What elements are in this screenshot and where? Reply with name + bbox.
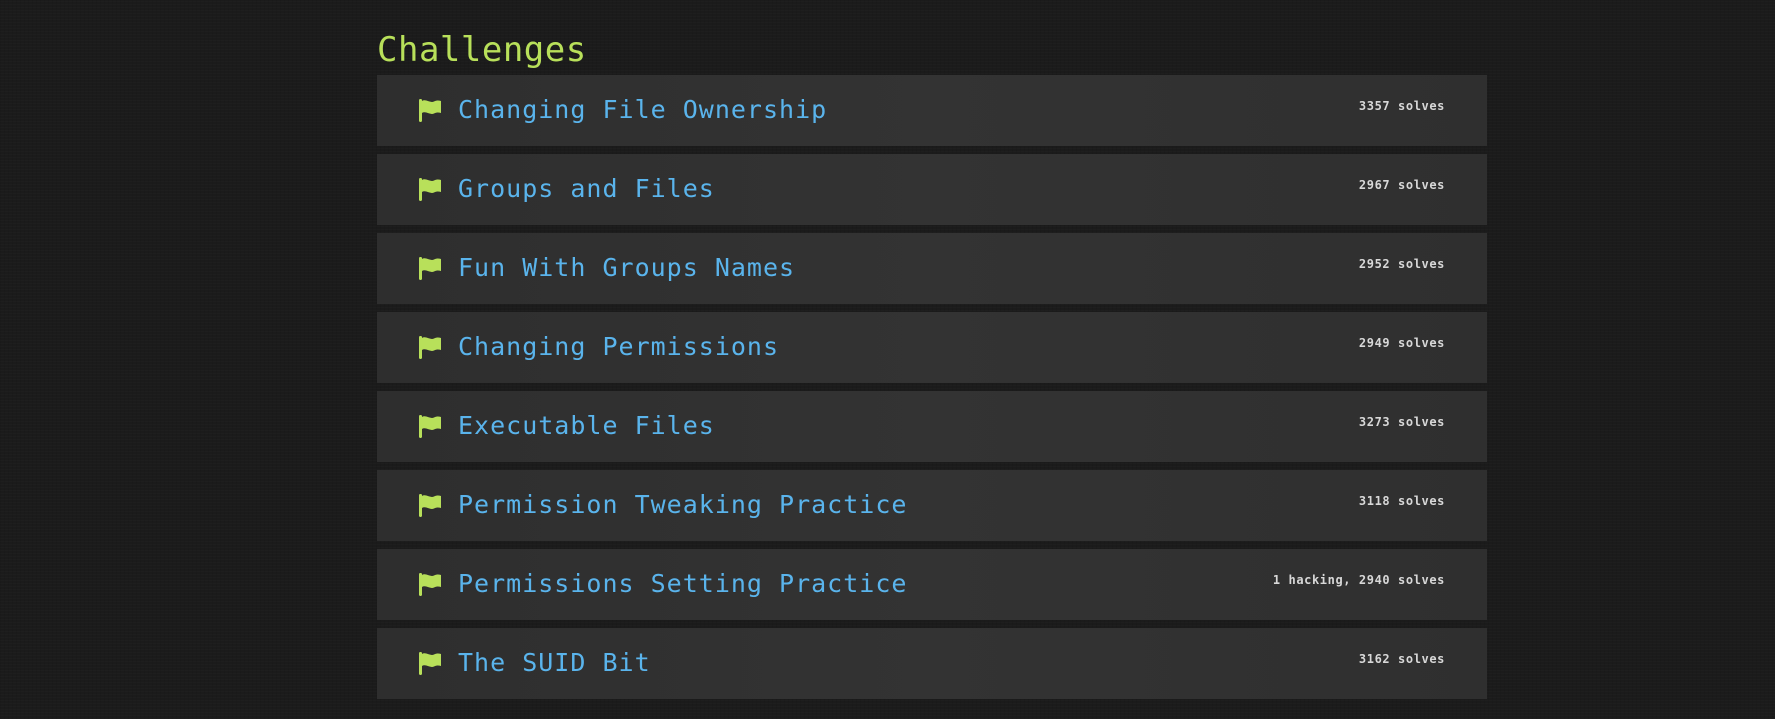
challenge-name[interactable]: Permission Tweaking Practice bbox=[458, 488, 907, 522]
page: Challenges Changing File Ownership 3357 … bbox=[0, 0, 1775, 719]
challenge-name[interactable]: Changing File Ownership bbox=[458, 93, 827, 127]
challenge-item-permission-tweaking-practice[interactable]: Permission Tweaking Practice 3118 solves bbox=[377, 470, 1487, 541]
challenge-item-changing-permissions[interactable]: Changing Permissions 2949 solves bbox=[377, 312, 1487, 383]
challenge-name[interactable]: Changing Permissions bbox=[458, 330, 779, 364]
flag-icon bbox=[419, 573, 441, 596]
challenge-item-fun-with-groups-names[interactable]: Fun With Groups Names 2952 solves bbox=[377, 233, 1487, 304]
flag-icon bbox=[419, 494, 441, 517]
flag-icon bbox=[419, 336, 441, 359]
challenge-item-executable-files[interactable]: Executable Files 3273 solves bbox=[377, 391, 1487, 462]
challenge-item-groups-and-files[interactable]: Groups and Files 2967 solves bbox=[377, 154, 1487, 225]
challenge-item-permissions-setting-practice[interactable]: Permissions Setting Practice 1 hacking, … bbox=[377, 549, 1487, 620]
flag-icon bbox=[419, 652, 441, 675]
page-title: Challenges bbox=[377, 30, 587, 70]
solve-count: 2952 solves bbox=[1358, 257, 1445, 271]
solve-count: 3273 solves bbox=[1358, 415, 1445, 429]
challenge-name[interactable]: The SUID Bit bbox=[458, 646, 651, 680]
challenges-section: Challenges Changing File Ownership 3357 … bbox=[377, 0, 1487, 707]
solve-count: 1 hacking, 2940 solves bbox=[1272, 573, 1445, 587]
challenge-name[interactable]: Executable Files bbox=[458, 409, 715, 443]
challenge-name[interactable]: Permissions Setting Practice bbox=[458, 567, 907, 601]
flag-icon bbox=[419, 415, 441, 438]
solve-count: 3357 solves bbox=[1358, 99, 1445, 113]
challenge-item-the-suid-bit[interactable]: The SUID Bit 3162 solves bbox=[377, 628, 1487, 699]
solve-count: 2949 solves bbox=[1358, 336, 1445, 350]
flag-icon bbox=[419, 257, 441, 280]
flag-icon bbox=[419, 178, 441, 201]
challenge-item-changing-file-ownership[interactable]: Changing File Ownership 3357 solves bbox=[377, 75, 1487, 146]
solve-count: 3162 solves bbox=[1358, 652, 1445, 666]
flag-icon bbox=[419, 99, 441, 122]
challenge-name[interactable]: Fun With Groups Names bbox=[458, 251, 795, 285]
challenge-list: Changing File Ownership 3357 solves Grou… bbox=[377, 75, 1487, 699]
solve-count: 2967 solves bbox=[1358, 178, 1445, 192]
challenge-name[interactable]: Groups and Files bbox=[458, 172, 715, 206]
solve-count: 3118 solves bbox=[1358, 494, 1445, 508]
